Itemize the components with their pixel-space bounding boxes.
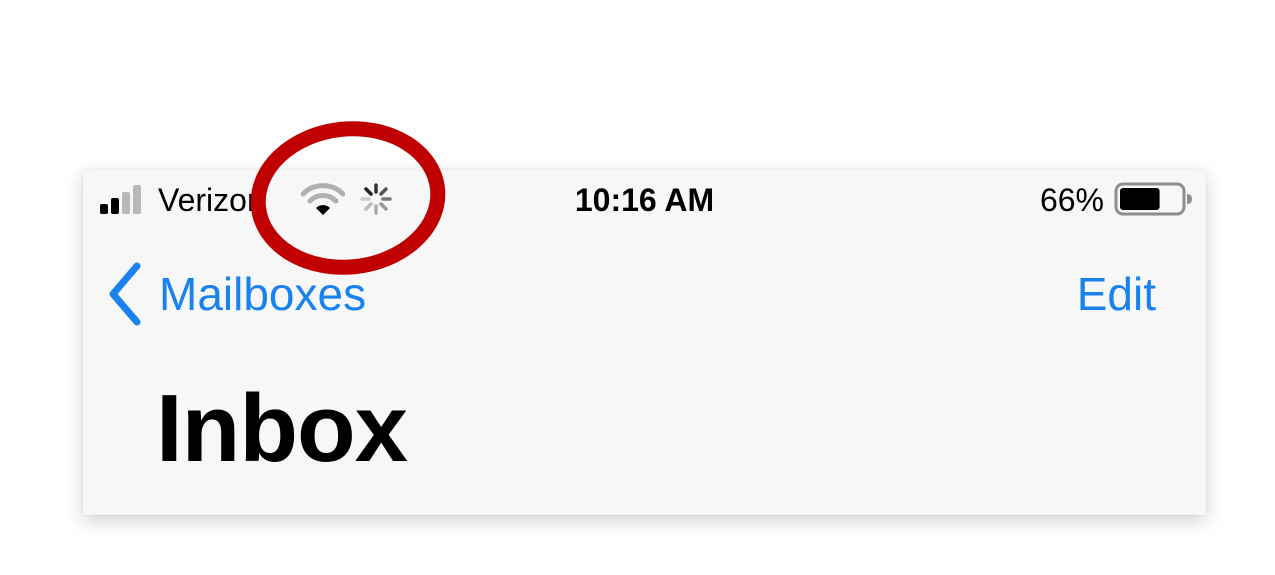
chevron-left-icon [109,262,141,326]
status-bar: Verizon 10:16 AM 66% [83,170,1206,230]
battery-percentage: 66% [1039,182,1104,218]
back-button-label: Mailboxes [159,268,367,320]
back-button-mailboxes[interactable]: Mailboxes [105,262,366,326]
clock-time: 10:16 AM [574,182,715,218]
edit-button[interactable]: Edit [1077,262,1156,326]
mail-header-crop: Verizon 10:16 AM 66% Mailboxes Edit Inbo… [83,170,1206,515]
battery-icon [1114,182,1192,216]
screenshot-stage: Verizon 10:16 AM 66% Mailboxes Edit Inbo… [0,0,1275,575]
page-title: Inbox [156,375,408,482]
